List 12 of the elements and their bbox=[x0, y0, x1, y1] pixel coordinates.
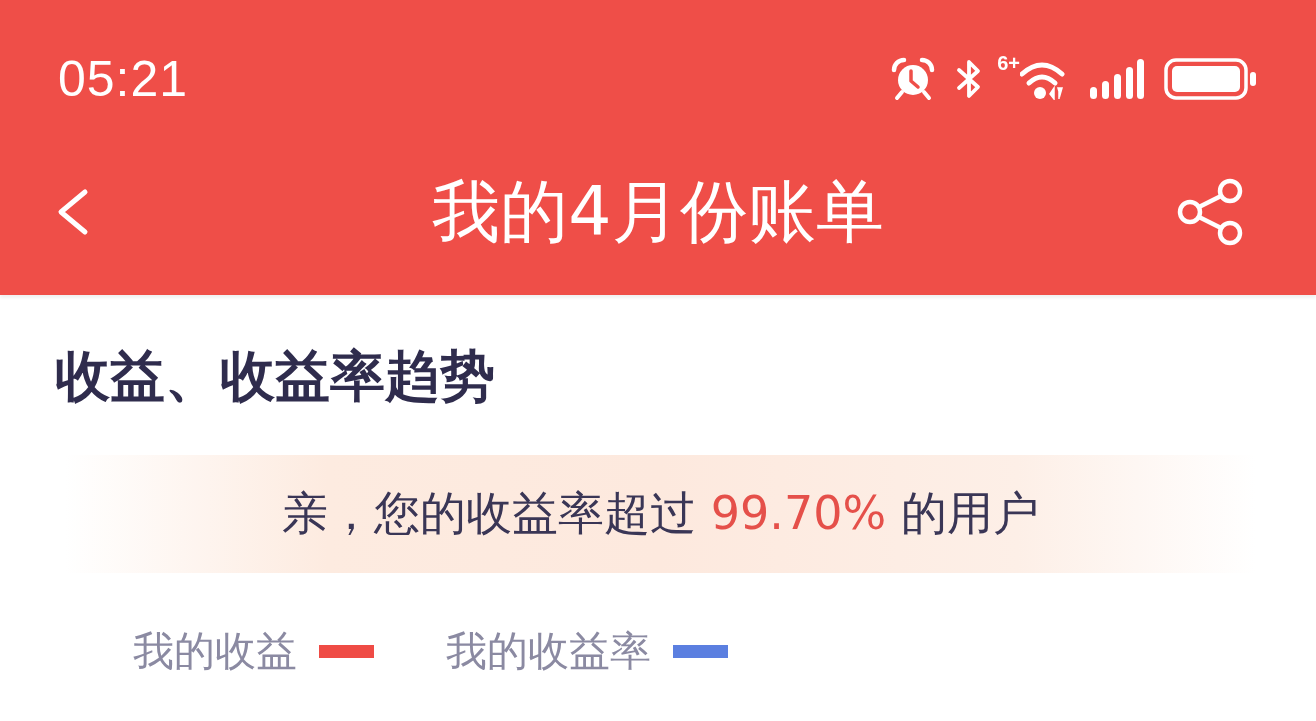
legend-label: 我的收益率 bbox=[446, 625, 651, 677]
back-icon[interactable] bbox=[55, 187, 89, 236]
section-title: 收益、收益率趋势 bbox=[55, 343, 495, 410]
share-icon[interactable] bbox=[1176, 177, 1244, 246]
status-time: 05:21 bbox=[58, 50, 189, 108]
page-title: 我的4月份账单 bbox=[432, 170, 884, 253]
network-label: 6+ bbox=[997, 53, 1020, 73]
legend-label: 我的收益 bbox=[133, 625, 297, 677]
signal-bars-icon bbox=[1090, 59, 1144, 99]
rank-message: 亲，您的收益率超过 99.70% 的用户 bbox=[282, 484, 1039, 542]
battery-icon bbox=[1164, 58, 1256, 100]
alarm-clock-icon bbox=[891, 57, 936, 101]
